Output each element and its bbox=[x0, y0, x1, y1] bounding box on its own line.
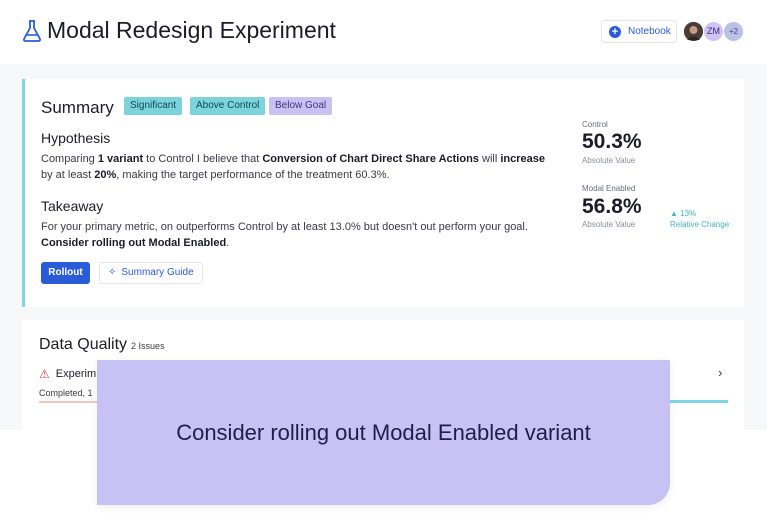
summary-guide-button[interactable]: ✧ Summary Guide bbox=[99, 262, 203, 284]
takeaway-text: For your primary metric, on outperforms … bbox=[41, 221, 528, 249]
avatar-more[interactable]: +2 bbox=[723, 21, 744, 42]
avatar-group[interactable]: ZM +2 bbox=[683, 21, 747, 43]
avatar[interactable] bbox=[683, 21, 704, 42]
control-label: Control bbox=[582, 120, 608, 129]
variant-label: Modal Enabled bbox=[582, 184, 636, 193]
callout-banner: Consider rolling out Modal Enabled varia… bbox=[97, 360, 670, 505]
variant-sub: Absolute Value bbox=[582, 220, 636, 229]
badge-significant: Significant bbox=[124, 97, 183, 115]
hypothesis-text: Comparing 1 variant to Control I believe… bbox=[41, 153, 545, 181]
summary-card: Summary Significant Above Control Below … bbox=[22, 79, 744, 307]
badge-above-control: Above Control bbox=[190, 97, 266, 115]
variant-value: 56.8% bbox=[582, 195, 642, 218]
data-quality-title: Data Quality 2 Issues bbox=[39, 336, 165, 353]
summary-title: Summary bbox=[41, 98, 114, 117]
issues-count: 2 Issues bbox=[131, 341, 165, 351]
avatar-initials[interactable]: ZM bbox=[703, 21, 724, 42]
progress-bar-teal bbox=[662, 400, 728, 403]
plus-circle-icon: + bbox=[609, 25, 621, 38]
control-value: 50.3% bbox=[582, 130, 642, 153]
badge-below-goal: Below Goal bbox=[269, 97, 333, 115]
notebook-button[interactable]: + Notebook bbox=[601, 20, 677, 43]
control-sub: Absolute Value bbox=[582, 156, 636, 165]
takeaway-title: Takeaway bbox=[41, 198, 104, 214]
summary-guide-label: Summary Guide bbox=[121, 267, 194, 278]
warning-icon: ⚠ bbox=[39, 367, 50, 381]
data-quality-row[interactable]: ⚠ Experim bbox=[39, 367, 96, 381]
flask-icon bbox=[23, 20, 41, 42]
user-photo-icon bbox=[684, 22, 703, 41]
header: Modal Redesign Experiment + Notebook ZM … bbox=[0, 0, 767, 64]
page-title: Modal Redesign Experiment bbox=[47, 17, 336, 43]
row-label: Experim bbox=[55, 368, 97, 380]
hypothesis-title: Hypothesis bbox=[41, 130, 111, 146]
chevron-right-icon[interactable]: › bbox=[718, 365, 722, 380]
callout-text: Consider rolling out Modal Enabled varia… bbox=[176, 419, 591, 445]
row-status: Completed, 1 bbox=[39, 388, 93, 398]
relative-change-label: Relative Change bbox=[670, 220, 730, 229]
notebook-label: Notebook bbox=[628, 26, 671, 37]
rollout-button[interactable]: Rollout bbox=[41, 262, 90, 284]
sparkle-icon: ✧ bbox=[108, 267, 117, 278]
relative-change-value: ▲ 13% bbox=[670, 209, 697, 218]
